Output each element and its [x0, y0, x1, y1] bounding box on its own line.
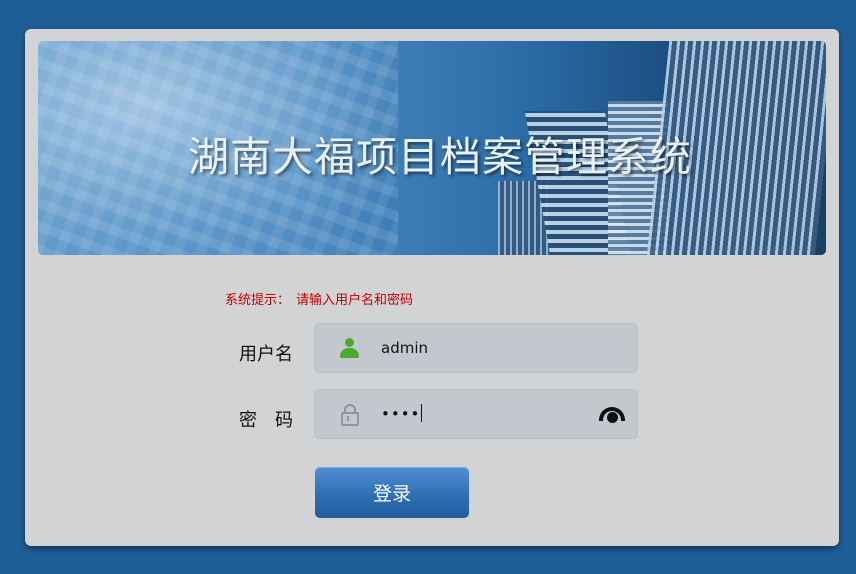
password-masked-value: •••• — [381, 405, 421, 423]
system-hint: 系统提示： 请输入用户名和密码 — [225, 289, 413, 308]
header-banner: 湖南大福项目档案管理系统 — [38, 41, 826, 255]
text-cursor — [421, 404, 423, 422]
system-title: 湖南大福项目档案管理系统 — [188, 133, 692, 181]
lock-icon — [339, 404, 359, 426]
password-field[interactable]: •••• — [314, 389, 638, 439]
username-field[interactable]: admin — [314, 323, 638, 373]
username-label: 用户名 — [239, 344, 293, 365]
login-button[interactable]: 登录 — [315, 467, 469, 518]
system-hint-message: 请输入用户名和密码 — [296, 293, 414, 308]
login-card: 湖南大福项目档案管理系统 系统提示： 请输入用户名和密码 用户名 admin 密 … — [25, 29, 839, 546]
password-label: 密 码 — [239, 410, 293, 431]
eye-icon[interactable] — [599, 407, 629, 425]
user-icon — [339, 338, 359, 360]
password-input[interactable]: •••• — [381, 404, 423, 423]
system-hint-label: 系统提示： — [225, 293, 291, 308]
username-input[interactable]: admin — [381, 339, 428, 357]
